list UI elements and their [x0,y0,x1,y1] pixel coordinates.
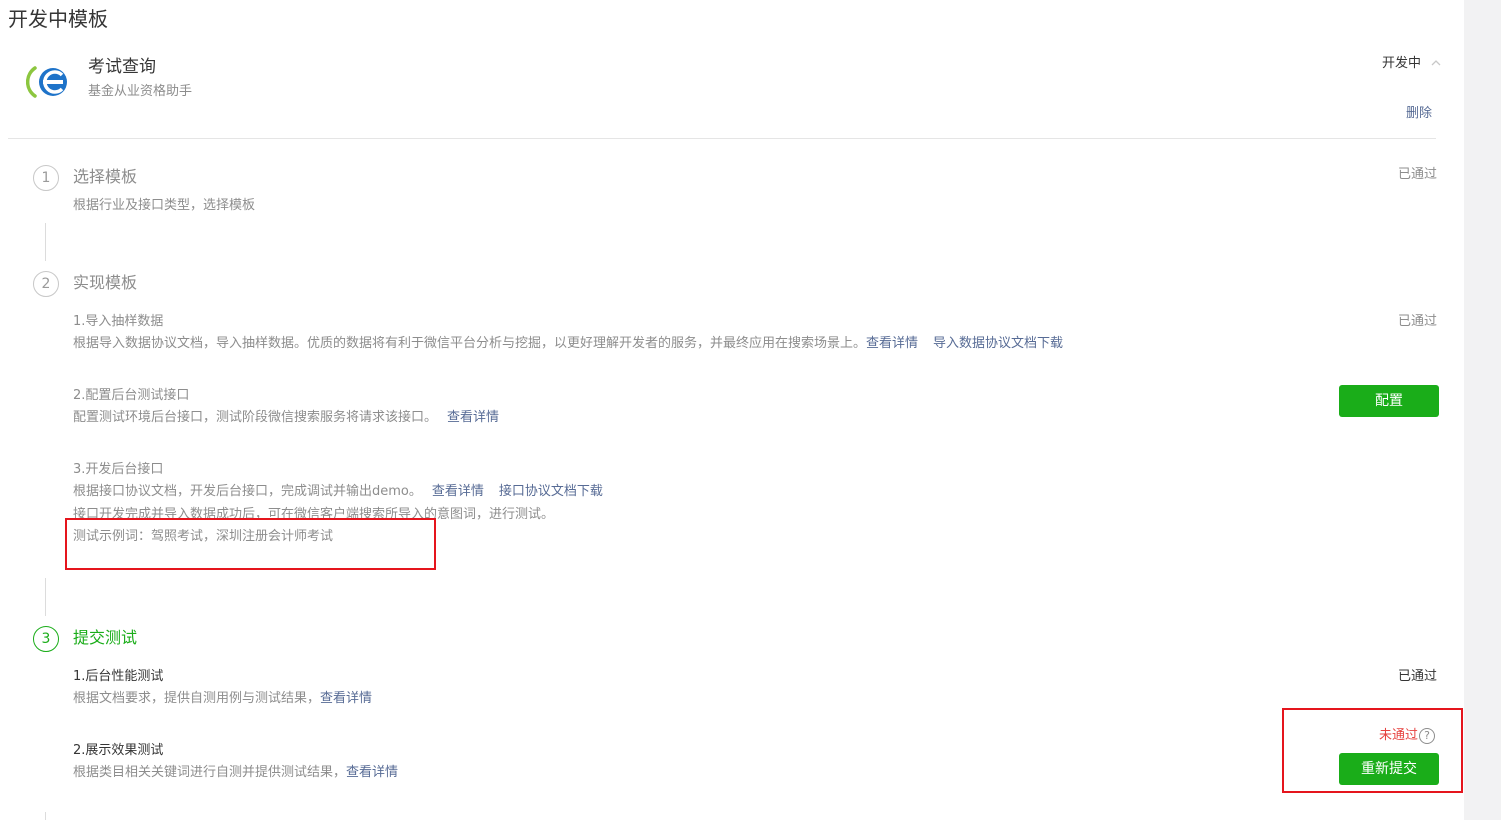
display-effect-test-title: 2.展示效果测试 [73,743,164,758]
view-details-link[interactable]: 查看详情 [346,765,398,780]
template-logo-icon [26,66,67,98]
configure-button[interactable]: 配置 [1339,385,1439,417]
step-connector [45,812,46,820]
step-1-title: 选择模板 [73,167,138,186]
template-status: 开发中 [1382,56,1422,71]
template-name: 考试查询 [88,57,156,77]
backend-performance-test-title: 1.后台性能测试 [73,669,164,684]
backend-performance-test-description: 根据文档要求，提供自测用例与测试结果，查看详情 [73,690,372,708]
view-details-link[interactable]: 查看详情 [866,336,918,351]
develop-backend-interface-description: 根据接口协议文档，开发后台接口，完成调试并输出demo。 查看详情 接口协议文档下载 [73,483,603,501]
step-connector [45,223,46,261]
view-details-link[interactable]: 查看详情 [432,484,484,499]
header-divider [8,138,1436,139]
develop-backend-interface-text: 根据接口协议文档，开发后台接口，完成调试并输出demo。 [73,484,422,499]
step-1-number: 1 [33,165,59,191]
step-2-number: 2 [33,271,59,297]
delete-link[interactable]: 删除 [1406,105,1432,123]
view-details-link[interactable]: 查看详情 [447,410,499,425]
step-3-title: 提交测试 [73,628,138,647]
config-test-interface-text: 配置测试环境后台接口，测试阶段微信搜索服务将请求该接口。 [73,410,438,425]
display-effect-test-text: 根据类目相关关键词进行自测并提供测试结果， [73,765,347,780]
interface-protocol-download-link[interactable]: 接口协议文档下载 [499,484,603,499]
step-connector [45,578,46,616]
import-sample-data-text: 根据导入数据协议文档，导入抽样数据。优质的数据将有利于微信平台分析与挖掘，以更好… [73,336,867,351]
page-title: 开发中模板 [8,7,108,31]
import-sample-data-status: 已通过 [1398,314,1438,329]
backend-performance-test-text: 根据文档要求，提供自测用例与测试结果， [73,691,321,706]
highlight-box-example [65,518,436,570]
chevron-up-icon[interactable] [1431,58,1441,68]
highlight-box-resubmit [1282,708,1463,793]
import-sample-data-description: 根据导入数据协议文档，导入抽样数据。优质的数据将有利于微信平台分析与挖掘，以更好… [73,335,1063,353]
template-subtitle: 基金从业资格助手 [88,84,193,99]
config-test-interface-description: 配置测试环境后台接口，测试阶段微信搜索服务将请求该接口。 查看详情 [73,409,499,427]
display-effect-test-description: 根据类目相关关键词进行自测并提供测试结果，查看详情 [73,764,398,782]
step-2-title: 实现模板 [73,273,138,292]
view-details-link[interactable]: 查看详情 [320,691,372,706]
develop-backend-interface-title: 3.开发后台接口 [73,462,164,477]
step-3-number: 3 [33,626,59,652]
import-data-protocol-download-link[interactable]: 导入数据协议文档下载 [933,336,1063,351]
step-1-description: 根据行业及接口类型，选择模板 [73,198,256,213]
step-1-status: 已通过 [1398,167,1438,182]
backend-performance-test-status: 已通过 [1398,669,1438,684]
config-test-interface-title: 2.配置后台测试接口 [73,388,190,403]
right-scroll-area [1464,0,1501,820]
import-sample-data-title: 1.导入抽样数据 [73,314,164,329]
